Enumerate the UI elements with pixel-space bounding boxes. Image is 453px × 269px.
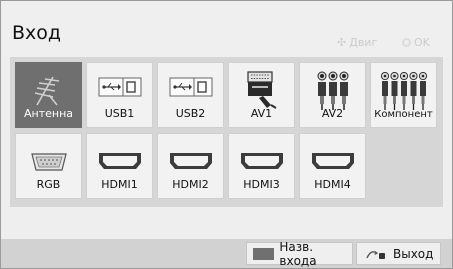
usb-icon [98,77,141,97]
input-label: AV2 [321,107,344,120]
input-tile-hdmi3[interactable]: HDMI3 [228,133,295,199]
input-label: HDMI3 [243,178,280,191]
usb-icon [169,77,212,97]
rca-component-icon [380,71,427,110]
input-tile-rgb[interactable]: RGB [15,133,82,199]
input-tile-av1[interactable]: AV1 [228,62,295,128]
input-tile-hdmi1[interactable]: HDMI1 [86,133,153,199]
input-label: USB2 [175,107,206,120]
menu-header: Вход ✣ Двиг OK [1,1,452,57]
input-label: HDMI4 [314,178,351,191]
color-key-icon [253,247,275,260]
input-label: Компонент [374,109,433,120]
input-label: Антенна [23,107,74,120]
hdmi-icon [169,153,212,169]
input-source-grid: Антенна USB1 USB2 AV1 AV2 Компонент RGB … [10,57,443,207]
vga-icon [30,153,67,171]
move-hint-label: Двиг [349,36,378,49]
input-tile-hdmi4[interactable]: HDMI4 [299,133,366,199]
ok-hint-label: OK [414,36,430,49]
exit-button[interactable]: Выход [356,242,441,265]
hdmi-icon [98,153,141,169]
menu-footer: Назв. входа Выход [1,239,452,268]
input-tile-usb1[interactable]: USB1 [86,62,153,128]
input-label: RGB [36,178,61,191]
hdmi-icon [311,153,354,169]
input-label: HDMI2 [172,178,209,191]
input-label: HDMI1 [101,178,138,191]
exit-button-label: Выход [393,246,434,261]
menu-title: Вход [12,22,62,44]
move-arrows-icon: ✣ [337,36,347,49]
input-tile-usb2[interactable]: USB2 [157,62,224,128]
scart-icon [246,71,277,109]
input-label: AV1 [250,107,273,120]
ok-hint: OK [402,36,430,49]
ok-button-icon [402,38,411,47]
input-tile-component[interactable]: Компонент [370,62,437,128]
exit-icon [366,250,385,259]
input-label: USB1 [104,107,135,120]
input-menu-window: Вход ✣ Двиг OK Антенна USB1 USB2 AV1 AV2… [0,0,453,269]
hdmi-icon [240,153,283,169]
input-tile-antenna[interactable]: Антенна [15,62,82,128]
input-tile-hdmi2[interactable]: HDMI2 [157,133,224,199]
input-name-button-label: Назв. входа [279,239,317,268]
antenna-icon [34,76,59,106]
move-hint: ✣ Двиг [337,36,377,49]
input-name-button[interactable]: Назв. входа [246,239,353,268]
input-tile-av2[interactable]: AV2 [299,62,366,128]
rca-av-icon [317,71,348,110]
